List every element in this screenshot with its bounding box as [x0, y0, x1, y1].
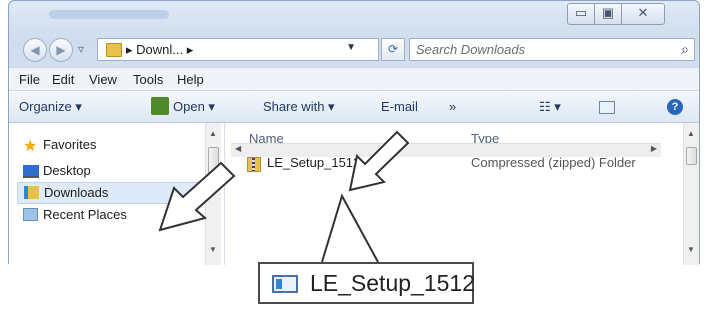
installer-icon [272, 275, 298, 293]
file-scroll-thumb[interactable] [686, 147, 697, 165]
nav-favorites[interactable]: ★ Favorites [17, 135, 197, 155]
help-icon[interactable]: ? [667, 99, 683, 115]
navigation-pane: ★ Favorites Desktop Downloads Recent Pla… [9, 123, 225, 265]
recent-pages-chevron-icon[interactable]: ▿ [73, 38, 89, 62]
minimize-button[interactable]: ▭ [567, 3, 595, 25]
recent-places-icon [23, 208, 38, 221]
menu-tools[interactable]: Tools [133, 72, 163, 87]
forward-button[interactable]: ▶ [49, 38, 73, 62]
window-title [49, 10, 169, 19]
zip-folder-icon [247, 157, 261, 172]
organize-button[interactable]: Organize ▾ [19, 99, 82, 115]
open-app-icon [151, 97, 169, 115]
menu-edit[interactable]: Edit [52, 72, 74, 87]
file-name-le-setup[interactable]: LE_Setup_1512 [267, 155, 360, 170]
nav-item-downloads[interactable]: Downloads [17, 182, 201, 204]
nav-scrollbar[interactable]: ▲ ▼ [205, 123, 221, 265]
title-bar[interactable]: ▭ ▣ ✕ [9, 1, 699, 31]
menu-bar: File Edit View Tools Help [9, 67, 699, 91]
menu-view[interactable]: View [89, 72, 117, 87]
horizontal-scrollbar[interactable]: ◀ ▶ [231, 143, 661, 157]
scroll-up-arrow-icon[interactable]: ▲ [209, 129, 217, 138]
search-placeholder: Search Downloads [416, 42, 526, 57]
nav-scroll-thumb[interactable] [208, 147, 219, 185]
menu-help[interactable]: Help [177, 72, 204, 87]
scroll-down-arrow-icon[interactable]: ▼ [687, 245, 695, 254]
address-dropdown-icon[interactable]: ▼ [346, 42, 356, 53]
file-type: Compressed (zipped) Folder [471, 155, 636, 170]
share-with-button[interactable]: Share with ▾ [263, 99, 335, 115]
scroll-down-arrow-icon[interactable]: ▼ [209, 245, 217, 254]
callout-label: LE_Setup_1512 [310, 270, 475, 296]
scroll-left-arrow-icon[interactable]: ◀ [235, 144, 241, 153]
nav-item-recent-places[interactable]: Recent Places [17, 205, 197, 225]
zoomed-file-callout: LE_Setup_1512 [258, 262, 475, 304]
scroll-right-arrow-icon[interactable]: ▶ [651, 144, 657, 153]
scroll-up-arrow-icon[interactable]: ▲ [687, 129, 695, 138]
email-button[interactable]: E-mail [381, 99, 418, 114]
change-view-button[interactable]: ☷ ▾ [539, 99, 561, 115]
downloads-folder-icon [24, 186, 39, 199]
star-icon: ★ [23, 138, 38, 155]
explorer-window: ▭ ▣ ✕ ◀ ▶ ▿ ▸ Downl... ▸ ▼ ⟳ Search Down… [8, 0, 700, 265]
folder-icon [106, 43, 122, 57]
maximize-button[interactable]: ▣ [594, 3, 622, 25]
more-commands-button[interactable]: » [449, 99, 456, 114]
open-button[interactable]: Open ▾ [173, 99, 215, 115]
search-input[interactable]: Search Downloads ⌕ [409, 38, 695, 61]
close-button[interactable]: ✕ [621, 3, 665, 25]
back-button[interactable]: ◀ [23, 38, 47, 62]
file-list-scrollbar[interactable]: ▲ ▼ [683, 123, 699, 265]
refresh-button[interactable]: ⟳ [381, 38, 405, 61]
address-bar-row: ◀ ▶ ▿ ▸ Downl... ▸ ▼ ⟳ Search Downloads … [9, 35, 699, 65]
desktop-icon [23, 165, 39, 178]
search-icon[interactable]: ⌕ [681, 41, 689, 58]
command-bar: Organize ▾ Open ▾ Share with ▾ E-mail » … [9, 91, 699, 123]
preview-pane-icon[interactable] [599, 101, 615, 114]
address-field[interactable]: ▸ Downl... ▸ ▼ [97, 38, 379, 61]
breadcrumb-downloads[interactable]: Downl... [136, 42, 183, 57]
menu-file[interactable]: File [19, 72, 40, 87]
nav-item-desktop[interactable]: Desktop [17, 161, 197, 181]
